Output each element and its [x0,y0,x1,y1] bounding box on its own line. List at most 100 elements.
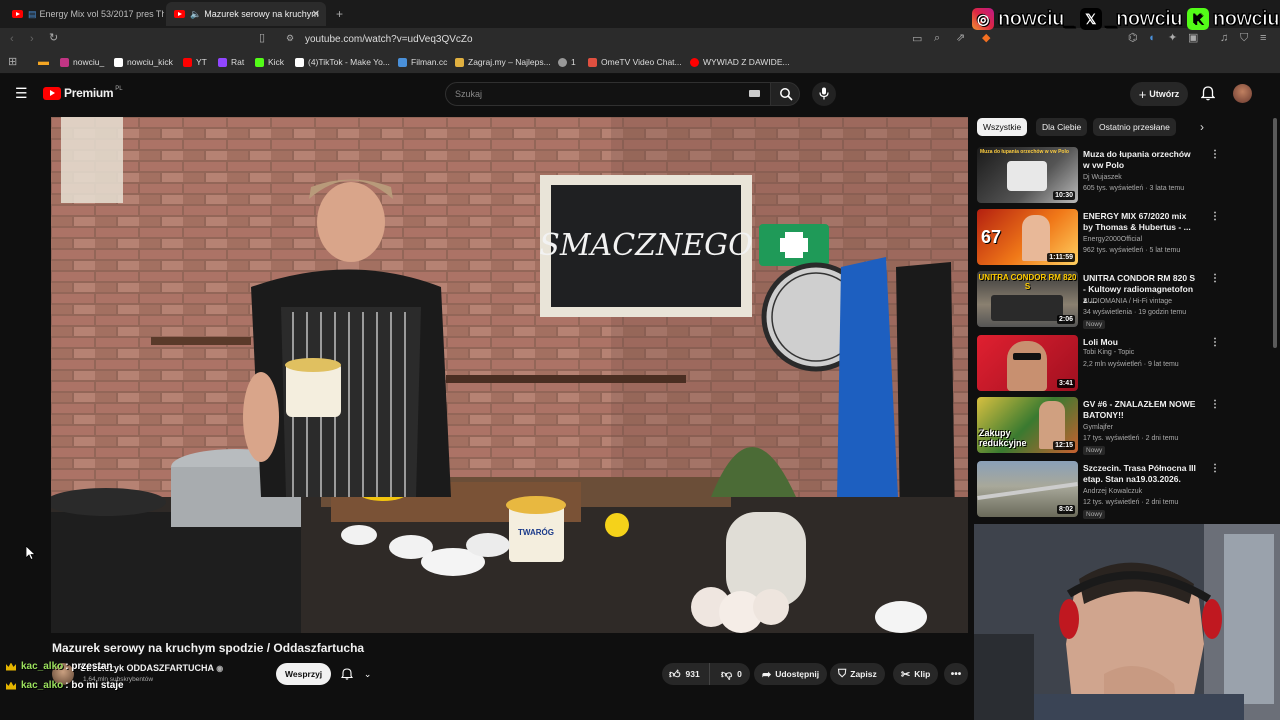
support-button[interactable]: Wesprzyj [276,663,332,685]
vpn-icon[interactable]: ⛉ [1240,33,1248,44]
browser-tab-active[interactable]: 🔈 Mazurek serowy na kruchym ✕ [166,2,326,26]
tiktok-icon [295,57,304,67]
chalkboard-text: SMACZNEGO [539,228,752,263]
menu-icon[interactable]: ≡ [1260,33,1266,44]
recommendation-item[interactable]: UNITRA CONDOR RM 820 S 2:06 UNITRA CONDO… [977,271,1220,329]
bookmark-icon[interactable]: ▯ [259,33,265,44]
reload-icon[interactable]: ↻ [49,33,58,44]
bookmark-item[interactable]: (4)TikTok - Make Yo... [295,57,390,67]
streamer-webcam [974,524,1280,720]
sidebar-icon[interactable]: ▣ [1188,33,1198,44]
chat-message: kac_alko : bo mi staje [6,680,124,691]
microphone-icon [819,87,829,100]
extension-icon[interactable]: ◖ [1148,33,1155,44]
search-input[interactable]: Szukaj [445,82,771,106]
new-tab-button[interactable]: + [336,8,343,20]
search-button[interactable] [770,82,800,106]
bookmark-item[interactable]: Rat [218,57,244,67]
cast-icon[interactable]: ▭ [912,34,922,45]
recommendation-item[interactable]: 67 1:11:59 ENERGY MIX 67/2020 mix by Tho… [977,209,1220,267]
extensions-icon[interactable]: ✦ [1168,33,1177,44]
avatar[interactable] [1233,84,1252,103]
extension-icon[interactable]: ⌬ [1128,33,1138,44]
video-frame: SMACZNEGO TWARÓG [51,117,968,633]
media-icon[interactable]: ♫ [1220,33,1228,44]
chip-for-you[interactable]: Dla Ciebie [1036,118,1088,136]
recommendation-item[interactable]: Muza do łupania orzechów w vw Polo 10:30… [977,147,1220,205]
clip-button[interactable]: ✂ Klip [893,663,939,685]
more-options-icon[interactable]: ⋮ [1210,211,1220,222]
video-thumbnail[interactable]: Zakupy redukcyjne 12:15 [977,397,1078,453]
video-thumbnail[interactable]: Muza do łupania orzechów w vw Polo 10:30 [977,147,1078,203]
youtube-logo[interactable]: Premium PL [43,86,123,100]
more-options-icon[interactable]: ⋮ [1210,399,1220,410]
subscribed-dropdown[interactable]: ⌄ [335,663,377,685]
more-options-icon[interactable]: ⋮ [1210,463,1220,474]
notifications-bell-icon [340,668,353,680]
more-options-icon[interactable]: ⋮ [1210,273,1220,284]
save-button[interactable]: ⛉ Zapisz [830,663,885,685]
back-icon[interactable]: ‹ [10,34,14,45]
video-title: Mazurek serowy na kruchym spodzie / Odda… [52,641,365,655]
chevron-right-icon[interactable]: › [1200,121,1204,133]
bookmark-item[interactable]: Kick [255,57,284,67]
bookmark-icon: ⛉ [838,667,847,680]
video-thumbnail[interactable]: UNITRA CONDOR RM 820 S 2:06 [977,271,1078,327]
bookmark-item[interactable]: WYWIAD Z DAWIDE... [690,57,790,67]
bookmark-item[interactable]: Filman.cc [398,57,447,67]
twitch-icon [218,57,227,67]
create-button[interactable]: + Utwórz [1130,82,1188,106]
page-scrollbar[interactable] [1273,118,1277,348]
dislike-button[interactable]: 👎︎ 0 [714,663,742,685]
share-button[interactable]: ➦ Udostępnij [754,663,828,685]
video-player[interactable]: SMACZNEGO TWARÓG [51,117,968,633]
like-dislike-group: 👍︎ 931 👎︎ 0 [662,663,750,685]
close-tab-icon[interactable]: ✕ [312,9,320,20]
apps-icon[interactable]: ⊞ [8,57,17,68]
bookmark-item[interactable]: 1 [558,57,576,67]
video-thumbnail[interactable]: 3:41 [977,335,1078,391]
zoom-icon[interactable]: ⌕ [934,33,940,44]
voice-search-button[interactable] [812,82,836,106]
bookmark-item[interactable]: nowciu_kick [114,57,173,67]
browser-tab[interactable]: ▤ Energy Mix vol 53/2017 pres Tho [4,2,164,26]
tub-label: TWARÓG [518,528,554,537]
social-x: 𝕏 _nowciu [1079,7,1183,31]
like-button[interactable]: 👍︎ 931 [662,663,710,685]
keyboard-icon[interactable] [749,90,760,97]
bookmark-item[interactable]: Zagraj.my – Najleps... [455,57,551,67]
more-horizontal-icon: ••• [950,668,962,680]
recommendation-item[interactable]: Zakupy redukcyjne 12:15 GV #6 - ZNALAZŁE… [977,397,1220,455]
bookmark-item[interactable]: OmeTV Video Chat... [588,57,682,67]
bookmark-item[interactable]: YT [183,57,207,67]
more-actions-button[interactable]: ••• [944,663,968,685]
more-options-icon[interactable]: ⋮ [1210,337,1220,348]
search-icon [780,88,793,101]
x-icon [114,57,123,67]
audio-icon: ▤ [28,8,37,19]
stream-socials-overlay: ◎ nowciu_ 𝕏 _nowciu K nowciu [972,4,1280,34]
url-field[interactable]: youtube.com/watch?v=udVeq3QVcZo [305,34,473,45]
thumbs-down-icon: 👎︎ [721,668,733,681]
recommendation-item[interactable]: 3:41 Loli Mou Tobi King - Topic 2,2 mln … [977,335,1220,393]
forward-icon[interactable]: › [30,34,34,45]
social-kick: K nowciu [1187,7,1280,31]
chip-all[interactable]: Wszystkie [977,118,1028,136]
video-thumbnail[interactable]: 67 1:11:59 [977,209,1078,265]
bookmark-item[interactable]: nowciu_ [60,57,104,67]
site-info-icon[interactable]: ⚙ [286,34,294,43]
new-badge: Nowy [1083,446,1106,455]
recommendation-item[interactable]: 8:02 Szczecin. Trasa Północna III etap. … [977,461,1220,519]
brave-shield-icon[interactable]: ◆ [982,33,990,44]
crown-icon [6,681,16,690]
video-thumbnail[interactable]: 8:02 [977,461,1078,517]
notifications-bell-icon[interactable] [1201,86,1215,101]
game-icon [455,57,464,67]
hamburger-menu-icon[interactable]: ☰ [15,86,28,100]
more-options-icon[interactable]: ⋮ [1210,149,1220,160]
youtube-logo-icon [43,86,61,100]
folder-icon[interactable]: ▬ [38,57,49,68]
chip-recently-uploaded[interactable]: Ostatnio przesłane [1093,118,1176,136]
youtube-icon [690,57,699,67]
share-icon[interactable]: ⇗ [956,33,965,44]
